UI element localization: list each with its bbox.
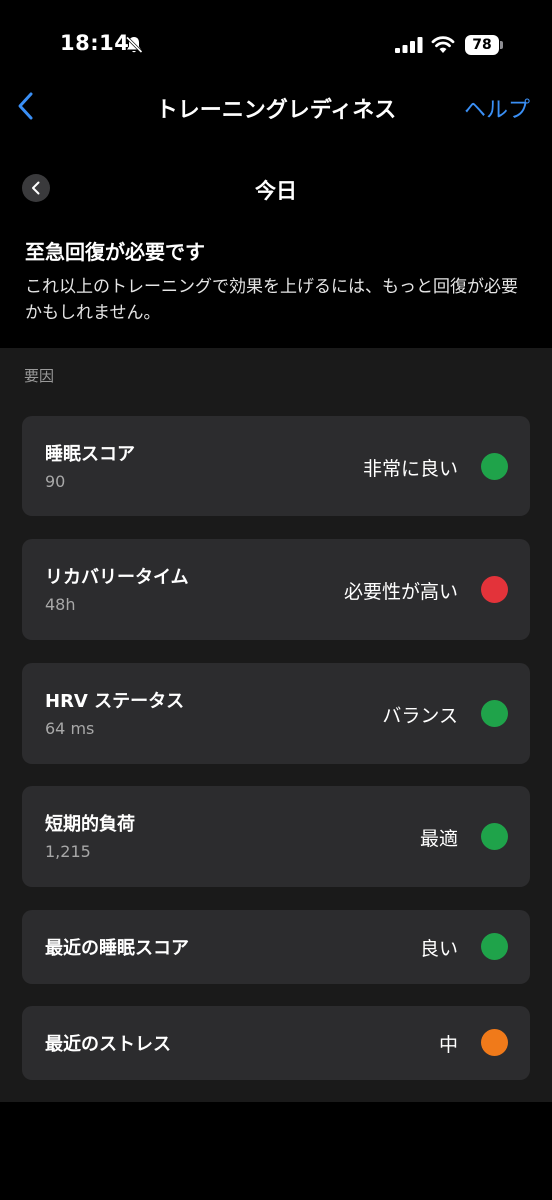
battery-icon: 78 <box>465 35 503 55</box>
help-link[interactable]: ヘルプ <box>464 92 530 124</box>
factor-value: 64 ms <box>45 719 95 738</box>
factor-card-recovery-time[interactable]: リカバリータイム 48h 必要性が高い <box>22 539 530 640</box>
cellular-signal-icon <box>395 37 423 53</box>
status-dot <box>481 933 508 960</box>
bottom-area <box>0 1102 552 1200</box>
factor-value: 90 <box>45 472 66 491</box>
status-dot <box>481 1029 508 1056</box>
status-dot <box>481 700 508 727</box>
status-dot <box>481 823 508 850</box>
status-dot <box>481 453 508 480</box>
factor-card-recent-sleep-score[interactable]: 最近の睡眠スコア 良い <box>22 910 530 984</box>
factor-card-recent-stress[interactable]: 最近のストレス 中 <box>22 1006 530 1080</box>
date-label: 今日 <box>255 179 297 203</box>
factor-value: 1,215 <box>45 842 91 861</box>
factor-title: HRV ステータス <box>45 691 185 712</box>
factor-status: 必要性が高い <box>343 581 458 603</box>
readiness-description: これ以上のトレーニングで効果を上げるには、もっと回復が必要かもしれません。 <box>25 277 518 323</box>
factor-status: 非常に良い <box>362 458 458 480</box>
factor-title: 短期的負荷 <box>45 814 135 835</box>
status-time: 18:14 <box>60 31 130 55</box>
factor-card-sleep-score[interactable]: 睡眠スコア 90 非常に良い <box>22 416 530 516</box>
status-dot <box>481 576 508 603</box>
status-bar: 18:14 78 <box>0 0 552 80</box>
factor-card-acute-load[interactable]: 短期的負荷 1,215 最適 <box>22 786 530 887</box>
factor-value: 48h <box>45 595 76 614</box>
bell-muted-icon <box>124 35 144 55</box>
factor-title: 睡眠スコア <box>45 444 135 465</box>
readiness-headline: 至急回復が必要です <box>25 240 205 264</box>
factor-title: 最近の睡眠スコア <box>45 938 189 959</box>
factor-status: 良い <box>419 938 458 960</box>
factor-status: バランス <box>382 705 458 727</box>
factors-panel: 要因 睡眠スコア 90 非常に良い リカバリータイム 48h 必要性が高い HR… <box>0 348 552 1102</box>
factor-status: 最適 <box>419 828 458 850</box>
battery-level: 78 <box>465 35 499 55</box>
wifi-icon <box>431 34 455 54</box>
factor-title: リカバリータイム <box>45 567 189 588</box>
factor-title: 最近のストレス <box>45 1034 171 1055</box>
factors-section-label: 要因 <box>24 367 55 385</box>
factor-card-hrv-status[interactable]: HRV ステータス 64 ms バランス <box>22 663 530 764</box>
factor-status: 中 <box>438 1034 458 1056</box>
